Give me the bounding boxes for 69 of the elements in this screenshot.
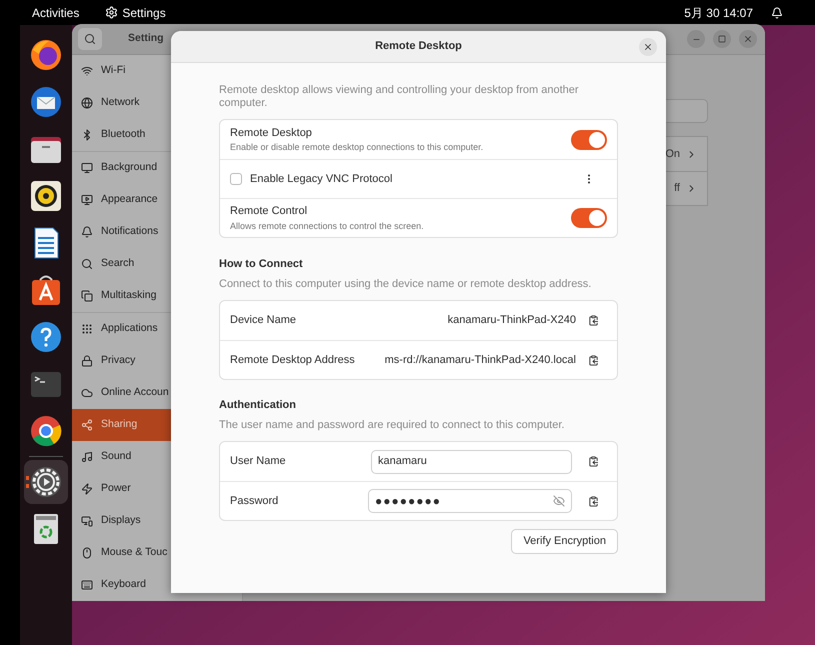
text-field[interactable]: kanamaru <box>371 450 572 474</box>
fox-logo-icon <box>29 38 63 72</box>
sidebar-item-icon <box>81 387 93 399</box>
sidebar-item-icon <box>81 579 93 591</box>
close-button[interactable] <box>639 38 657 56</box>
sidebar-item[interactable]: Background <box>72 152 242 184</box>
maximize-button[interactable] <box>713 30 731 48</box>
description-text: Remote desktop allows viewing and controlling your desktop from another computer. <box>219 84 580 110</box>
sidebar-item-icon <box>81 258 93 270</box>
sidebar-item-icon <box>81 323 93 335</box>
activities-button[interactable]: Activities <box>32 4 80 22</box>
option-title: Enable Legacy VNC Protocol <box>250 172 392 187</box>
sidebar-item-icon <box>81 162 93 174</box>
sidebar-item-icon <box>81 290 93 302</box>
section-description: Connect to this computer using the device name or remote desktop address. <box>219 276 592 292</box>
sidebar-item-icon <box>81 97 93 109</box>
help-icon <box>29 320 63 354</box>
hidden-eye-icon[interactable] <box>553 495 565 507</box>
copy-icon[interactable] <box>588 496 599 506</box>
search-icon <box>84 33 96 45</box>
search-button[interactable] <box>78 28 102 50</box>
toggle-switch[interactable] <box>571 130 607 150</box>
copy-icon[interactable] <box>588 456 599 467</box>
window-title: Setting <box>128 31 164 46</box>
row-value: kanamaru-ThinkPad-X240 <box>448 313 576 328</box>
speaker-icon <box>29 179 63 213</box>
gear-icon <box>105 6 118 19</box>
mail-logo-icon <box>29 85 63 119</box>
row-value: ms-rd://kanamaru-ThinkPad-X240.local <box>384 352 576 368</box>
section-heading: How to Connect <box>219 257 304 272</box>
clock[interactable]: 5月 30 14:07 <box>684 4 753 22</box>
browser-logo-icon <box>29 414 63 448</box>
shopping-bag-icon <box>29 273 63 307</box>
sidebar-item-icon <box>81 355 93 367</box>
dock-item[interactable] <box>24 460 68 504</box>
sidebar-item-icon <box>81 451 93 463</box>
option-subtitle: Enable or disable remote desktop connections to this computer. <box>230 141 484 154</box>
row-value: On <box>665 146 680 162</box>
sidebar-item-icon <box>81 226 93 238</box>
row-value: ff <box>674 181 680 196</box>
option-subtitle: Allows remote connections to control the screen. <box>230 220 424 232</box>
sidebar-item-icon <box>81 515 93 527</box>
close-button[interactable] <box>739 30 757 48</box>
gear-icon <box>29 465 63 499</box>
option-title: Remote Control <box>230 204 308 219</box>
sidebar-item-icon <box>81 194 93 206</box>
close-icon <box>643 42 653 52</box>
copy-icon[interactable] <box>588 315 599 326</box>
notification-bell-icon[interactable] <box>771 6 783 18</box>
close-icon <box>743 34 753 44</box>
row-label: Remote Desktop Address <box>230 352 355 368</box>
copy-icon[interactable] <box>588 354 599 366</box>
sidebar-item-icon <box>81 483 93 495</box>
row-label: Device Name <box>230 313 296 328</box>
sidebar-item[interactable]: Mouse & Touc <box>72 537 242 569</box>
row-label: User Name <box>230 454 286 470</box>
verify-encryption-button[interactable]: Verify Encryption <box>511 529 618 554</box>
sidebar-item-icon <box>81 129 93 141</box>
running-indicator <box>26 476 29 488</box>
sidebar-item-icon <box>81 419 93 431</box>
sidebar-item[interactable]: Keyboard <box>72 569 242 601</box>
sidebar-item-icon <box>81 547 93 559</box>
toggle-switch[interactable] <box>571 208 607 228</box>
option-title: Remote Desktop <box>230 126 313 140</box>
checkbox[interactable] <box>230 173 242 185</box>
maximize-icon <box>718 35 726 43</box>
app-menu[interactable]: Settings <box>105 4 166 22</box>
password-field[interactable]: ●●●●●●●● <box>368 489 572 513</box>
dialog-title: Remote Desktop <box>375 39 462 54</box>
